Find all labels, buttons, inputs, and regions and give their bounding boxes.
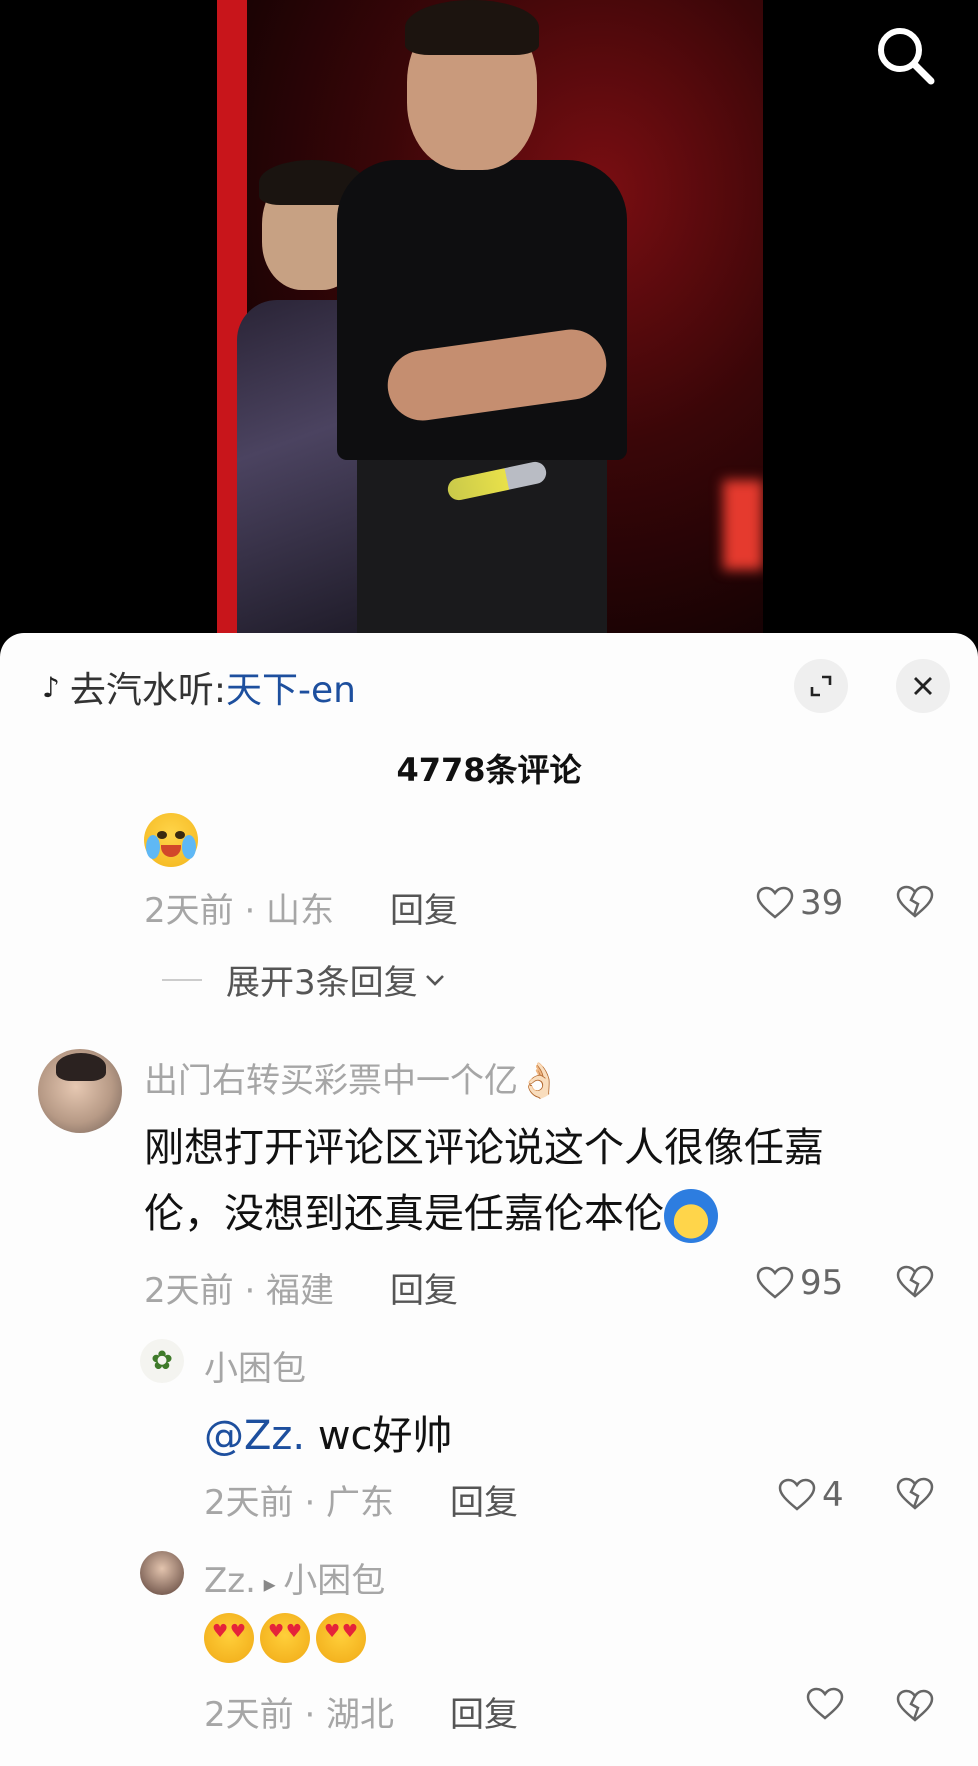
broken-heart-icon[interactable]: [896, 885, 934, 923]
music-prefix: 去汽水听:: [69, 670, 227, 711]
like-count: 95: [800, 1263, 844, 1303]
music-note-icon: ♪: [42, 670, 60, 704]
heart-outline-icon: [806, 1687, 844, 1720]
blushing-emoji: [664, 1189, 718, 1243]
heart-eyes-emoji: [204, 1613, 254, 1663]
avatar[interactable]: ✿: [140, 1339, 184, 1383]
mention-link[interactable]: @Zz.: [204, 1413, 305, 1459]
song-name[interactable]: 天下-en: [226, 661, 356, 713]
reply-body: wc好帅: [305, 1413, 453, 1459]
reply-text: @Zz. wc好帅: [204, 1403, 453, 1469]
like-count: 4: [822, 1475, 844, 1515]
search-icon[interactable]: [870, 20, 940, 90]
avatar[interactable]: [140, 1551, 184, 1595]
chevron-down-icon: [425, 974, 444, 986]
reply-author[interactable]: Zz.: [204, 1561, 256, 1601]
reply-button[interactable]: 回复: [450, 1475, 518, 1524]
expand-replies-label: 展开3条回复: [226, 963, 418, 1003]
reply-button[interactable]: 回复: [450, 1687, 518, 1736]
comment-line: 伦，没想到还真是任嘉伦本伦: [144, 1191, 664, 1237]
comment-sheet: ♪ 去汽水听: 天下-en 4778条评论 2天前 · 山东 回复 39 展开3…: [0, 633, 978, 1766]
main-performer: [317, 0, 657, 640]
heart-outline-icon: [756, 1266, 794, 1299]
video-player[interactable]: [0, 0, 978, 640]
heart-eyes-emoji: [260, 1613, 310, 1663]
broken-heart-icon[interactable]: [896, 1265, 934, 1303]
comment-meta: 2天前 · 广东: [204, 1483, 395, 1523]
comment-meta: 2天前 · 湖北: [204, 1695, 395, 1735]
stage-glow: [723, 480, 763, 570]
reply-button[interactable]: 回复: [390, 1263, 458, 1312]
reply-target[interactable]: 小困包: [283, 1561, 385, 1601]
username[interactable]: 小困包: [204, 1341, 306, 1390]
reply-button[interactable]: 回复: [390, 883, 458, 932]
heart-outline-icon: [756, 886, 794, 919]
close-icon[interactable]: [896, 659, 950, 713]
username[interactable]: 出门右转买彩票中一个亿👌🏻: [144, 1053, 560, 1102]
expand-replies-button[interactable]: 展开3条回复: [162, 955, 446, 1004]
music-link[interactable]: ♪ 去汽水听: 天下-en: [42, 661, 356, 713]
username[interactable]: Zz. ▸ 小困包: [204, 1553, 385, 1602]
comment-text: 刚想打开评论区评论说这个人很像任嘉 伦，没想到还真是任嘉伦本伦: [144, 1115, 934, 1247]
comment-count: 4778条评论: [396, 751, 582, 789]
like-button[interactable]: 95: [756, 1263, 843, 1303]
comment-line: 刚想打开评论区评论说这个人很像任嘉: [144, 1125, 824, 1171]
like-button[interactable]: 4: [778, 1475, 844, 1515]
crying-emoji: [144, 813, 198, 867]
reply-arrow-icon: ▸: [255, 1570, 284, 1598]
video-frame[interactable]: [217, 0, 763, 640]
like-button[interactable]: [806, 1687, 850, 1721]
comment-meta: 2天前 · 山东: [144, 891, 335, 931]
comment-meta: 2天前 · 福建: [144, 1271, 335, 1311]
expand-icon[interactable]: [794, 659, 848, 713]
avatar[interactable]: [38, 1049, 122, 1133]
reply-text: [204, 1613, 372, 1663]
like-count: 39: [800, 883, 844, 923]
broken-heart-icon[interactable]: [896, 1477, 934, 1515]
broken-heart-icon[interactable]: [896, 1689, 934, 1727]
heart-outline-icon: [778, 1478, 816, 1511]
like-button[interactable]: 39: [756, 883, 843, 923]
heart-eyes-emoji: [316, 1613, 366, 1663]
